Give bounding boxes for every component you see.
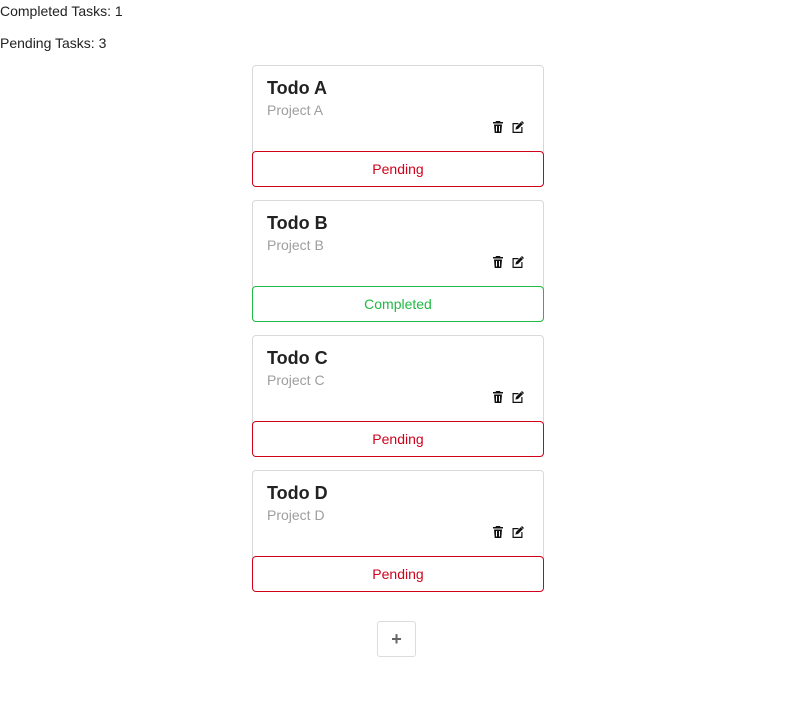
todo-card: Todo D Project D Pending [252, 470, 544, 592]
todo-project: Project C [267, 372, 325, 388]
todo-card: Todo B Project B Completed [252, 200, 544, 322]
todo-project: Project A [267, 102, 324, 118]
edit-icon[interactable] [511, 390, 525, 404]
status-toggle-button[interactable]: Completed [252, 286, 544, 322]
trash-icon[interactable] [491, 525, 505, 539]
todo-title: Todo A [267, 78, 327, 98]
todo-actions [491, 390, 525, 404]
todo-title: Todo D [267, 483, 328, 503]
pending-tasks-count: Pending Tasks: 3 [0, 35, 107, 51]
todo-actions [491, 525, 525, 539]
todo-card: Todo A Project A Pending [252, 65, 544, 187]
todo-project: Project B [267, 237, 324, 253]
edit-icon[interactable] [511, 255, 525, 269]
plus-icon: + [391, 628, 402, 649]
trash-icon[interactable] [491, 390, 505, 404]
status-toggle-button[interactable]: Pending [252, 421, 544, 457]
todo-actions [491, 255, 525, 269]
todo-title: Todo B [267, 213, 328, 233]
todo-actions [491, 120, 525, 134]
edit-icon[interactable] [511, 525, 525, 539]
status-toggle-button[interactable]: Pending [252, 151, 544, 187]
todo-list: Todo A Project A Pending Todo B Project … [252, 65, 544, 605]
edit-icon[interactable] [511, 120, 525, 134]
todo-project: Project D [267, 507, 325, 523]
trash-icon[interactable] [491, 255, 505, 269]
todo-title: Todo C [267, 348, 328, 368]
status-toggle-button[interactable]: Pending [252, 556, 544, 592]
completed-tasks-count: Completed Tasks: 1 [0, 3, 123, 19]
add-todo-button[interactable]: + [377, 621, 416, 657]
trash-icon[interactable] [491, 120, 505, 134]
todo-card: Todo C Project C Pending [252, 335, 544, 457]
